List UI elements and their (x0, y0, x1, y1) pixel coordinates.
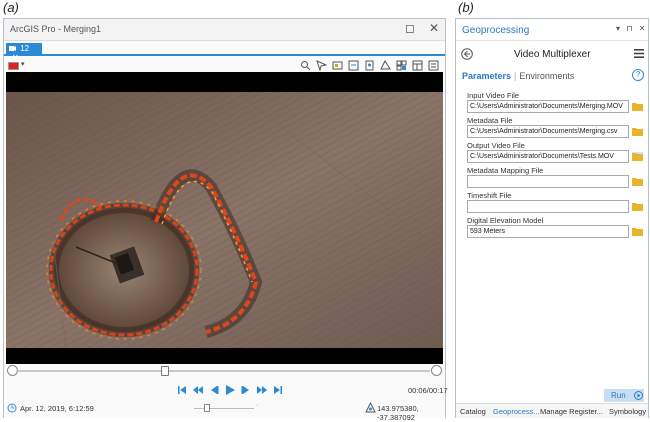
range-end-handle[interactable] (431, 365, 442, 376)
tool-title: Video Multiplexer (514, 49, 591, 60)
folder-icon[interactable] (632, 227, 643, 236)
metadata-view-icon[interactable] (428, 60, 439, 71)
pane-window-controls[interactable]: ▾ ⊓ ✕ (616, 24, 647, 33)
tab-catalog[interactable]: Catalog (460, 407, 486, 416)
location-icon (365, 402, 376, 413)
capture-frame-icon[interactable] (332, 60, 343, 71)
output-video-field[interactable]: C:\Users\Administrator\Documents\Tests.M… (467, 150, 629, 163)
tab-label: 12 (20, 44, 30, 53)
param-label-dem: Digital Elevation Model (467, 216, 544, 225)
help-icon[interactable]: ? (632, 69, 644, 81)
playback-speed-thumb[interactable] (204, 404, 210, 412)
close-button[interactable]: ✕ (426, 21, 442, 35)
frame-timestamp: Apr. 12, 2019, 6:12:59 (20, 404, 94, 413)
metadata-mapping-field[interactable] (467, 175, 629, 188)
folder-icon[interactable] (632, 152, 643, 161)
chevron-down-icon[interactable]: ▾ (21, 60, 25, 68)
clock-icon (7, 403, 17, 413)
skip-to-end-icon[interactable] (272, 384, 284, 396)
input-video-field[interactable]: C:\Users\Administrator\Documents\Merging… (467, 100, 629, 113)
param-label-output-video: Output Video File (467, 141, 525, 150)
status-bar: Apr. 12, 2019, 6:12:59 · 143.975380, -37… (4, 400, 445, 422)
step-forward-icon[interactable] (240, 384, 252, 396)
pane-title: Geoprocessing (462, 25, 530, 36)
playhead-thumb[interactable] (161, 366, 170, 376)
fast-forward-icon[interactable] (256, 384, 268, 396)
video-icon (9, 46, 16, 51)
back-arrow-icon[interactable] (461, 48, 473, 60)
play-icon[interactable] (224, 384, 236, 396)
restore-button[interactable]: ◻ (402, 21, 418, 35)
hamburger-menu-icon[interactable] (634, 49, 644, 58)
follow-frame-icon[interactable] (380, 60, 391, 71)
param-label-input-video: Input Video File (467, 91, 519, 100)
export-frames-icon[interactable] (348, 60, 359, 71)
tab-separator: | (514, 71, 517, 81)
speed-indicator: · (256, 402, 259, 409)
figure-label-b: (b) (458, 0, 474, 15)
tab-symbology[interactable]: Symbology (609, 407, 646, 416)
param-label-metadata-file: Metadata File (467, 116, 513, 125)
skip-to-start-icon[interactable] (176, 384, 188, 396)
bottom-pane-tabs: Catalog Geoprocess... Manage Register...… (456, 403, 648, 418)
coordinate-readout: 143.975380, -37.387092 (377, 404, 419, 422)
step-back-icon[interactable] (208, 384, 220, 396)
title-bar: ArcGIS Pro - Merging1 ◻ ✕ (4, 19, 445, 41)
param-label-metadata-mapping: Metadata Mapping File (467, 166, 544, 175)
param-label-timeshift: Timeshift File (467, 191, 512, 200)
window-title: ArcGIS Pro - Merging1 (10, 24, 102, 34)
timeline-scrubber[interactable] (6, 364, 443, 378)
zoom-to-frame-icon[interactable] (300, 60, 311, 71)
folder-icon[interactable] (632, 177, 643, 186)
bookmark-icon[interactable] (364, 60, 375, 71)
video-viewer[interactable] (6, 72, 443, 364)
grid-layout-icon[interactable] (396, 60, 407, 71)
aerial-fire-video-frame (6, 92, 443, 348)
pane-header: Geoprocessing ▾ ⊓ ✕ (456, 19, 648, 41)
folder-icon[interactable] (632, 127, 643, 136)
fast-rewind-icon[interactable] (192, 384, 204, 396)
metadata-file-field[interactable]: C:\Users\Administrator\Documents\Merging… (467, 125, 629, 138)
run-arrow-icon[interactable] (634, 391, 643, 400)
follow-sensor-icon[interactable] (316, 60, 327, 71)
tab-manage-registered[interactable]: Manage Register... (540, 407, 603, 416)
tab-parameters[interactable]: Parameters (462, 71, 511, 81)
tab-environments[interactable]: Environments (519, 71, 574, 81)
timeshift-field[interactable] (467, 200, 629, 213)
view-tab-strip: 12 ✕ (4, 42, 445, 62)
tab-video-12[interactable]: 12 ✕ (6, 43, 42, 62)
playback-speed-track[interactable] (194, 408, 254, 409)
folder-icon[interactable] (632, 102, 643, 111)
figure-label-a: (a) (3, 0, 19, 15)
folder-icon[interactable] (632, 202, 643, 211)
video-player-window: ArcGIS Pro - Merging1 ◻ ✕ 12 ✕ ▾ (3, 18, 448, 422)
color-picker-swatch[interactable] (8, 62, 19, 70)
geoprocessing-pane: Geoprocessing ▾ ⊓ ✕ Video Multiplexer Pa… (455, 18, 649, 418)
tool-tabs: Parameters | Environments (462, 71, 574, 81)
table-view-icon[interactable] (412, 60, 423, 71)
tab-geoprocessing[interactable]: Geoprocess... (493, 407, 540, 416)
time-readout: 00:06/00:17 (408, 386, 448, 395)
dem-field[interactable]: 593 Meters (467, 225, 629, 238)
timeline-track[interactable] (16, 370, 430, 372)
